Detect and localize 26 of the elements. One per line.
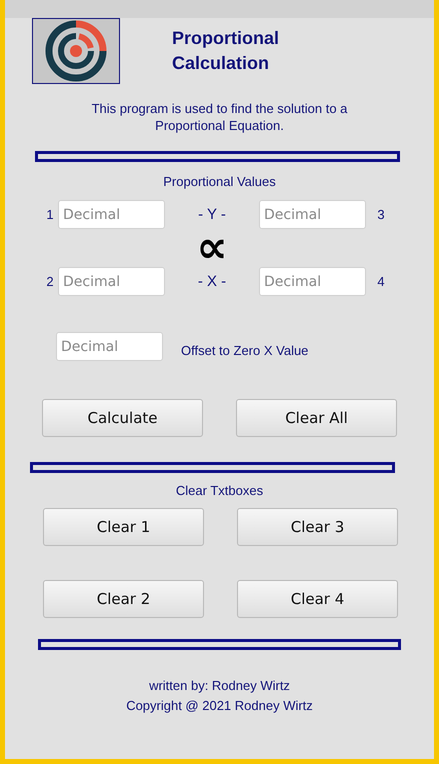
field-number: 4 bbox=[376, 274, 386, 289]
decimal-field[interactable]: Decimal bbox=[58, 200, 165, 229]
field-number: 3 bbox=[376, 207, 386, 222]
action-button[interactable]: Clear All bbox=[236, 399, 397, 437]
clear-button[interactable]: Clear 4 bbox=[237, 580, 398, 618]
decimal-field[interactable]: Decimal bbox=[259, 267, 366, 296]
field-number: 1 bbox=[45, 207, 55, 222]
description: This program is used to find the solution to a Proportional Equation. bbox=[90, 100, 348, 134]
clear-button[interactable]: Clear 3 bbox=[237, 508, 398, 546]
decimal-field[interactable]: Decimal bbox=[259, 200, 366, 229]
axis-label: - X - bbox=[198, 273, 226, 290]
clear-button[interactable]: Clear 1 bbox=[43, 508, 204, 546]
footer-text: Copyright @ 2021 Rodney Wirtz bbox=[125, 697, 314, 715]
decimal-field[interactable]: Decimal bbox=[58, 267, 165, 296]
section-title: Clear Txtboxes bbox=[174, 483, 264, 499]
action-button[interactable]: Calculate bbox=[42, 399, 203, 437]
logo-icon bbox=[45, 20, 107, 82]
offset-field[interactable]: Decimal bbox=[56, 332, 163, 361]
proportional-symbol: ∝ bbox=[196, 229, 228, 267]
field-number: 2 bbox=[45, 274, 55, 289]
clear-button[interactable]: Clear 2 bbox=[43, 580, 204, 618]
axis-label: - Y - bbox=[198, 206, 226, 223]
footer-text: written by: Rodney Wirtz bbox=[148, 677, 291, 695]
section-title: Proportional Values bbox=[162, 174, 277, 190]
offset-label: Offset to Zero X Value bbox=[181, 342, 308, 358]
app-title: Proportional Calculation bbox=[172, 27, 280, 75]
